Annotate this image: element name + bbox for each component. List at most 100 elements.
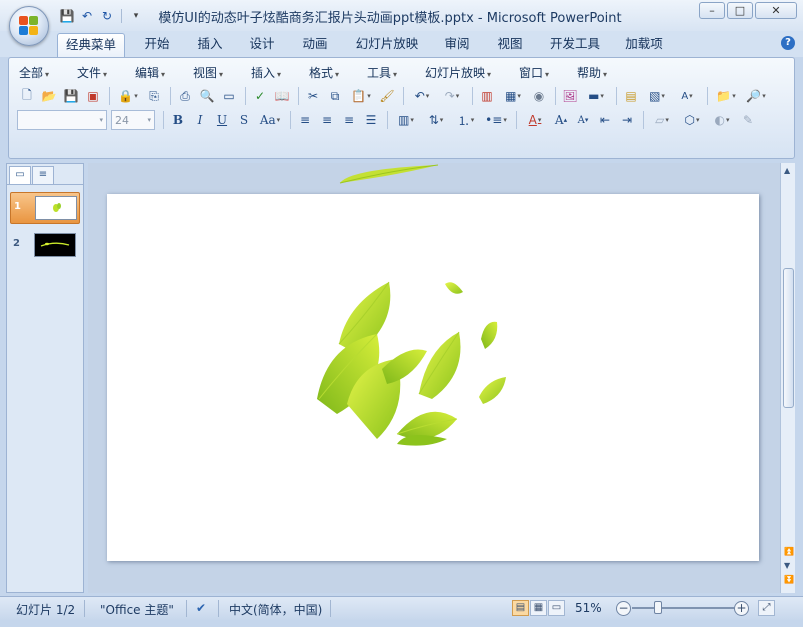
zoom-level[interactable]: 51% <box>575 601 602 615</box>
folder-icon[interactable]: 📁 ▾ <box>712 86 740 106</box>
new-document-icon[interactable]: 🗋 <box>17 86 37 106</box>
save-icon[interactable]: 💾 <box>61 86 81 106</box>
shrink-font-button[interactable]: A ▾ <box>573 110 593 130</box>
spelling-icon[interactable]: ✓ <box>250 86 270 106</box>
numbering-icon[interactable]: ⒈ ▾ <box>452 110 480 130</box>
find-icon[interactable]: 🔎 ▾ <box>742 86 770 106</box>
zoom-out-button[interactable]: − <box>616 601 631 616</box>
align-left-icon[interactable]: ≡ <box>295 110 315 130</box>
redo-icon[interactable]: ↻ <box>98 7 116 25</box>
redo-icon[interactable]: ↷ ▾ <box>438 86 466 106</box>
tab-addins[interactable]: 加载项 <box>618 33 670 57</box>
zoom-in-button[interactable]: + <box>734 601 749 616</box>
fit-to-window-icon[interactable]: ⤢ <box>758 600 775 616</box>
text-direction-icon[interactable]: ⇅ ▾ <box>422 110 450 130</box>
font-color-button[interactable]: A ▾ <box>521 110 549 130</box>
slides-tab[interactable]: ▭ <box>9 166 31 184</box>
grow-font-button[interactable]: A ▴ <box>551 110 571 130</box>
scroll-down-icon[interactable]: ▼ <box>784 561 790 570</box>
zoom-slider-handle[interactable] <box>654 601 662 614</box>
slide-editor-area[interactable] <box>88 163 780 593</box>
office-button[interactable] <box>9 6 49 46</box>
menu-tools[interactable]: 工具 ▾ <box>367 64 397 81</box>
slide-canvas[interactable] <box>107 194 759 561</box>
publish-icon[interactable]: ⎘ <box>144 86 164 106</box>
customize-qat-icon[interactable]: ▾ <box>127 7 145 25</box>
open-folder-icon[interactable]: 📂 <box>39 86 59 106</box>
menu-help[interactable]: 帮助 ▾ <box>577 64 607 81</box>
print-preview-icon[interactable]: 🔍 <box>197 86 217 106</box>
shadow-button[interactable]: S <box>234 110 254 130</box>
menu-window[interactable]: 窗口 ▾ <box>519 64 549 81</box>
bold-button[interactable]: B <box>168 110 188 130</box>
undo-icon[interactable]: ↶ ▾ <box>408 86 436 106</box>
underline-button[interactable]: U <box>212 110 232 130</box>
tab-home[interactable]: 开始 <box>136 33 178 57</box>
maximize-button[interactable]: □ <box>727 2 753 19</box>
help-icon[interactable]: ? <box>781 36 795 50</box>
insert-table-icon[interactable]: ▦ ▾ <box>499 86 527 106</box>
decrease-indent-icon[interactable]: ⇤ <box>595 110 615 130</box>
increase-indent-icon[interactable]: ⇥ <box>617 110 637 130</box>
menu-format[interactable]: 格式 ▾ <box>309 64 339 81</box>
permission-icon[interactable]: 🔒 ▾ <box>114 86 142 106</box>
scrollbar-thumb[interactable] <box>783 268 794 408</box>
tab-classic-menu[interactable]: 经典菜单 <box>57 33 125 57</box>
vertical-scrollbar[interactable]: ▲ ⏫ ▼ ⏬ <box>780 163 795 593</box>
menu-file[interactable]: 文件 ▾ <box>77 64 107 81</box>
color-grayscale-icon[interactable]: ▬ ▾ <box>582 86 610 106</box>
insert-media-icon[interactable]: ◉ <box>529 86 549 106</box>
shapes-icon[interactable]: ⬡ ▾ <box>678 110 706 130</box>
print-icon[interactable]: ⎙ <box>175 86 195 106</box>
paste-icon[interactable]: 📋 ▾ <box>347 86 375 106</box>
slide-thumbnail-2[interactable]: 2 <box>10 230 80 262</box>
theme-name[interactable]: "Office 主题" <box>100 601 174 618</box>
normal-view-icon[interactable]: ▤ <box>512 600 529 616</box>
zoom-slider-track[interactable] <box>632 607 734 609</box>
format-painter-icon[interactable]: 🖌 <box>377 86 397 106</box>
font-name-combo[interactable]: ▾ <box>17 110 107 130</box>
slide-size-icon[interactable]: ▭ <box>219 86 239 106</box>
menu-view[interactable]: 视图 ▾ <box>193 64 223 81</box>
menu-all[interactable]: 全部 ▾ <box>19 64 49 81</box>
tab-design[interactable]: 设计 <box>241 33 283 57</box>
bullets-icon[interactable]: •≡ ▾ <box>482 110 510 130</box>
menu-slideshow[interactable]: 幻灯片放映 ▾ <box>425 64 491 81</box>
new-slide-icon[interactable]: ▤ <box>621 86 641 106</box>
shape-outline-icon[interactable]: ✎ <box>738 110 758 130</box>
outline-tab[interactable]: ≡ <box>32 166 54 184</box>
cut-icon[interactable]: ✂ <box>303 86 323 106</box>
slide-sorter-view-icon[interactable]: ▦ <box>530 600 547 616</box>
previous-slide-icon[interactable]: ⏫ <box>784 547 794 556</box>
arrange-icon[interactable]: ▱ ▾ <box>648 110 676 130</box>
tab-slideshow[interactable]: 幻灯片放映 <box>349 33 425 57</box>
minimize-button[interactable]: – <box>699 2 725 19</box>
layout-icon[interactable]: ▧ ▾ <box>643 86 671 106</box>
textbox-icon[interactable]: A ▾ <box>673 86 701 106</box>
slide-thumbnail-1[interactable]: 1 <box>10 192 80 224</box>
columns-icon[interactable]: ▥ ▾ <box>392 110 420 130</box>
shape-fill-icon[interactable]: ◐ ▾ <box>708 110 736 130</box>
change-case-button[interactable]: Aa ▾ <box>256 110 284 130</box>
italic-button[interactable]: I <box>190 110 210 130</box>
close-button[interactable]: ✕ <box>755 2 797 19</box>
research-icon[interactable]: 📖 <box>272 86 292 106</box>
menu-insert[interactable]: 插入 ▾ <box>251 64 281 81</box>
tab-animation[interactable]: 动画 <box>294 33 336 57</box>
save-icon[interactable]: 💾 <box>58 7 76 25</box>
undo-icon[interactable]: ↶ <box>78 7 96 25</box>
spelling-check-icon[interactable]: ✔ <box>196 601 206 615</box>
save-pdf-icon[interactable]: ▣ <box>83 86 103 106</box>
tab-review[interactable]: 审阅 <box>436 33 478 57</box>
scroll-up-icon[interactable]: ▲ <box>784 166 790 175</box>
insert-chart-icon[interactable]: ▥ <box>477 86 497 106</box>
font-size-combo[interactable]: 24 ▾ <box>111 110 155 130</box>
insert-picture-icon[interactable]: 🖼 <box>560 86 580 106</box>
slideshow-view-icon[interactable]: ▭ <box>548 600 565 616</box>
copy-icon[interactable]: ⧉ <box>325 86 345 106</box>
next-slide-icon[interactable]: ⏬ <box>784 575 794 584</box>
tab-view[interactable]: 视图 <box>489 33 531 57</box>
tab-insert[interactable]: 插入 <box>189 33 231 57</box>
align-right-icon[interactable]: ≡ <box>339 110 359 130</box>
align-center-icon[interactable]: ≡ <box>317 110 337 130</box>
